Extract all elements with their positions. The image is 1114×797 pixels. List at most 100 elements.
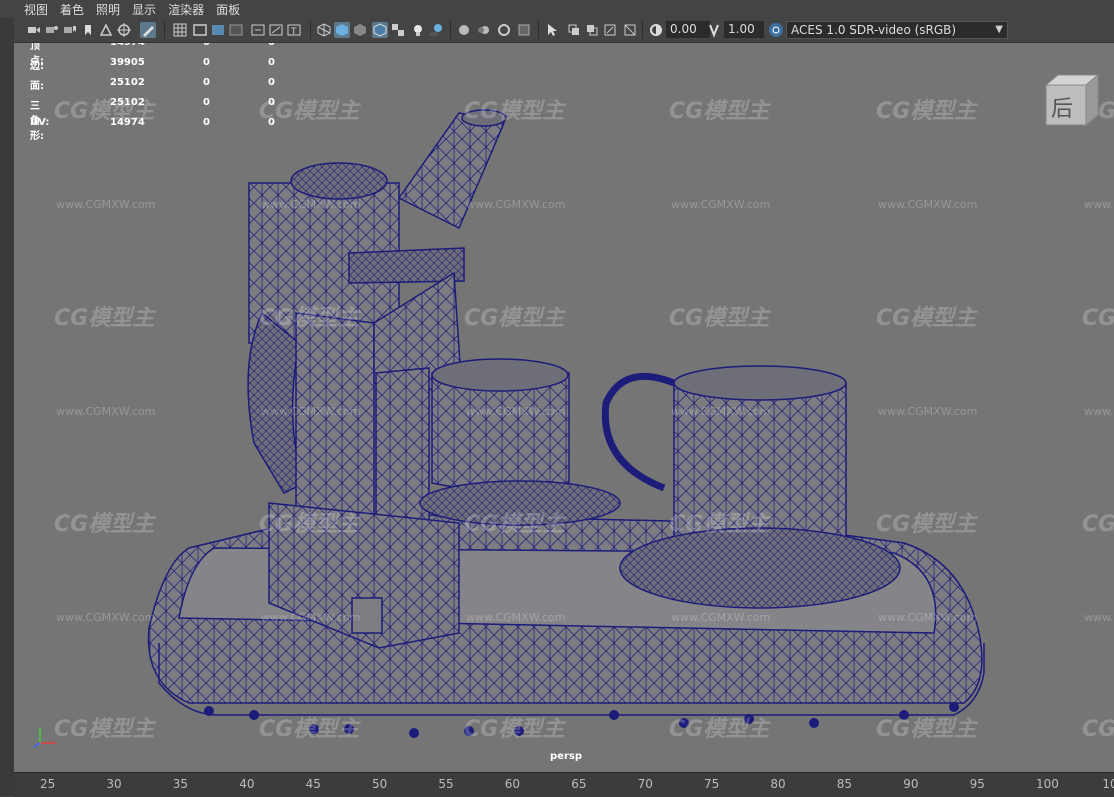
watermark-logo: CG模型主 bbox=[876, 99, 977, 124]
camera-attributes-icon[interactable] bbox=[44, 22, 60, 38]
xray-joints-icon[interactable] bbox=[602, 22, 618, 38]
watermark-logo: CG模型主 bbox=[259, 306, 360, 331]
safe-action-icon[interactable] bbox=[268, 22, 284, 38]
menu-renderer[interactable]: 渲染器 bbox=[162, 1, 210, 18]
watermark-logo: CG模型主 bbox=[669, 99, 770, 124]
timeline-tick: 100 bbox=[1036, 777, 1059, 791]
timeline-tick: 35 bbox=[172, 777, 189, 791]
image-plane-icon[interactable] bbox=[80, 22, 96, 38]
timeline-tick: 80 bbox=[770, 777, 786, 791]
menu-lighting[interactable]: 照明 bbox=[90, 1, 126, 18]
watermark-logo: CG模型主 bbox=[1082, 717, 1114, 742]
watermark-url: www.CGMXW.com bbox=[466, 405, 566, 418]
resolution-gate-icon[interactable] bbox=[210, 22, 226, 38]
watermark-url: www.CGMXW.com bbox=[878, 405, 978, 418]
xray-active-components-icon[interactable] bbox=[584, 22, 600, 38]
watermark-logo: CG模型主 bbox=[1082, 306, 1114, 331]
pencil-icon[interactable] bbox=[140, 22, 156, 38]
timeline-tick: 50 bbox=[372, 777, 388, 791]
watermark-url: www.CGMXW.com bbox=[1084, 198, 1114, 211]
timeline-tick: 45 bbox=[305, 777, 321, 791]
menu-view[interactable]: 视图 bbox=[18, 1, 54, 18]
watermark-logo: CG模型主 bbox=[259, 512, 360, 537]
timeline-tick: 85 bbox=[836, 777, 853, 791]
exposure-field[interactable]: 0.00 bbox=[666, 21, 710, 38]
timeline-tick: 25 bbox=[40, 777, 56, 791]
watermark-url: www.CGMXW.com bbox=[1084, 611, 1114, 624]
motion-blur-icon[interactable] bbox=[476, 22, 492, 38]
timeline-tick: 70 bbox=[637, 777, 653, 791]
timeline-tick: 65 bbox=[571, 777, 587, 791]
film-gate-icon[interactable] bbox=[192, 22, 208, 38]
view-cube[interactable]: 后 bbox=[1042, 73, 1100, 129]
time-slider[interactable]: 25 30 35 40 45 50 55 60 65 70 75 80 85 90 95 100 105 bbox=[14, 772, 1114, 797]
color-space-value: ACES 1.0 SDR-video (sRGB) bbox=[791, 23, 957, 37]
view-transform-icon[interactable] bbox=[768, 22, 784, 38]
watermark-logo: CG模型主 bbox=[259, 99, 360, 124]
timeline-tick: 105 bbox=[1102, 777, 1114, 791]
grid-icon[interactable] bbox=[172, 22, 188, 38]
color-space-dropdown[interactable]: ACES 1.0 SDR-video (sRGB) ▼ bbox=[786, 21, 1008, 39]
textured-icon[interactable] bbox=[390, 22, 406, 38]
shadows-icon[interactable] bbox=[428, 22, 444, 38]
watermark-url: www.CGMXW.com bbox=[261, 611, 361, 624]
wireframe-icon[interactable] bbox=[316, 22, 332, 38]
isolate-select-icon[interactable] bbox=[544, 22, 560, 38]
gate-mask-icon[interactable] bbox=[228, 22, 244, 38]
timeline-tick: 60 bbox=[504, 777, 521, 791]
watermark-logo: CG模型主 bbox=[464, 306, 565, 331]
multisample-aa-icon[interactable] bbox=[496, 22, 512, 38]
wireframe-on-shaded-icon[interactable] bbox=[372, 22, 388, 38]
watermark-logo: CG模型主 bbox=[669, 512, 770, 537]
2d-pan-zoom-icon[interactable] bbox=[98, 22, 114, 38]
watermark-logo: CG模型主 bbox=[876, 306, 977, 331]
watermark-url: www.CGMXW.com bbox=[261, 405, 361, 418]
left-tool-strip bbox=[0, 0, 14, 796]
timeline-tick: 40 bbox=[239, 777, 255, 791]
3d-viewport[interactable]: 顶点:1497400 边:3990500 面:2510200 三角形:25102… bbox=[14, 43, 1114, 772]
xray-icon[interactable] bbox=[566, 22, 582, 38]
menu-panels[interactable]: 面板 bbox=[210, 1, 246, 18]
gamma-icon[interactable] bbox=[706, 22, 722, 38]
watermark-logo: CG模型主 bbox=[54, 512, 155, 537]
watermark-url: www.CGMXW.com bbox=[466, 198, 566, 211]
watermark-url: www.CGMXW.com bbox=[671, 198, 771, 211]
watermark-logo: CG模型主 bbox=[464, 717, 565, 742]
safe-title-icon[interactable]: T bbox=[286, 22, 302, 38]
screen-space-ao-icon[interactable] bbox=[456, 22, 472, 38]
smooth-shade-icon[interactable] bbox=[334, 22, 350, 38]
exposure-icon[interactable] bbox=[648, 22, 664, 38]
camera-name-label: persp bbox=[550, 751, 582, 762]
gamma-field[interactable]: 1.00 bbox=[724, 21, 764, 38]
watermark-logo: CG模型主 bbox=[54, 306, 155, 331]
panel-menu-bar: 视图 着色 照明 显示 渲染器 面板 bbox=[0, 0, 1114, 18]
watermark-url: www.CGMXW.com bbox=[878, 611, 978, 624]
watermark-url: www.CGMXW.com bbox=[878, 198, 978, 211]
use-all-lights-icon[interactable] bbox=[410, 22, 426, 38]
watermark-logo: CG模型主 bbox=[1082, 512, 1114, 537]
watermark-url: www.CGMXW.com bbox=[56, 198, 156, 211]
depth-of-field-icon[interactable] bbox=[516, 22, 532, 38]
watermark-url: www.CGMXW.com bbox=[671, 405, 771, 418]
watermark-url: www.CGMXW.com bbox=[466, 611, 566, 624]
timeline-tick: 30 bbox=[106, 777, 122, 791]
watermark-logo: CG模型主 bbox=[464, 512, 565, 537]
svg-text:T: T bbox=[290, 27, 297, 37]
watermark-url: www.CGMXW.com bbox=[1084, 405, 1114, 418]
grease-pencil-icon[interactable] bbox=[116, 22, 132, 38]
watermark-url: www.CGMXW.com bbox=[56, 611, 156, 624]
watermark-url: www.CGMXW.com bbox=[261, 198, 361, 211]
menu-shading[interactable]: 着色 bbox=[54, 1, 90, 18]
default-material-icon[interactable] bbox=[352, 22, 368, 38]
watermark-url: www.CGMXW.com bbox=[671, 611, 771, 624]
timeline-tick: 75 bbox=[704, 777, 720, 791]
menu-show[interactable]: 显示 bbox=[126, 1, 162, 18]
watermark-logo: CG模型主 bbox=[876, 512, 977, 537]
timeline-tick: 95 bbox=[969, 777, 985, 791]
backface-culling-icon[interactable] bbox=[622, 22, 638, 38]
select-camera-icon[interactable] bbox=[26, 22, 42, 38]
watermark-logo: CG模型主 bbox=[876, 717, 977, 742]
bookmark-icon[interactable] bbox=[62, 22, 78, 38]
field-chart-icon[interactable] bbox=[250, 22, 266, 38]
watermark-logo: CG模型主 bbox=[54, 717, 155, 742]
